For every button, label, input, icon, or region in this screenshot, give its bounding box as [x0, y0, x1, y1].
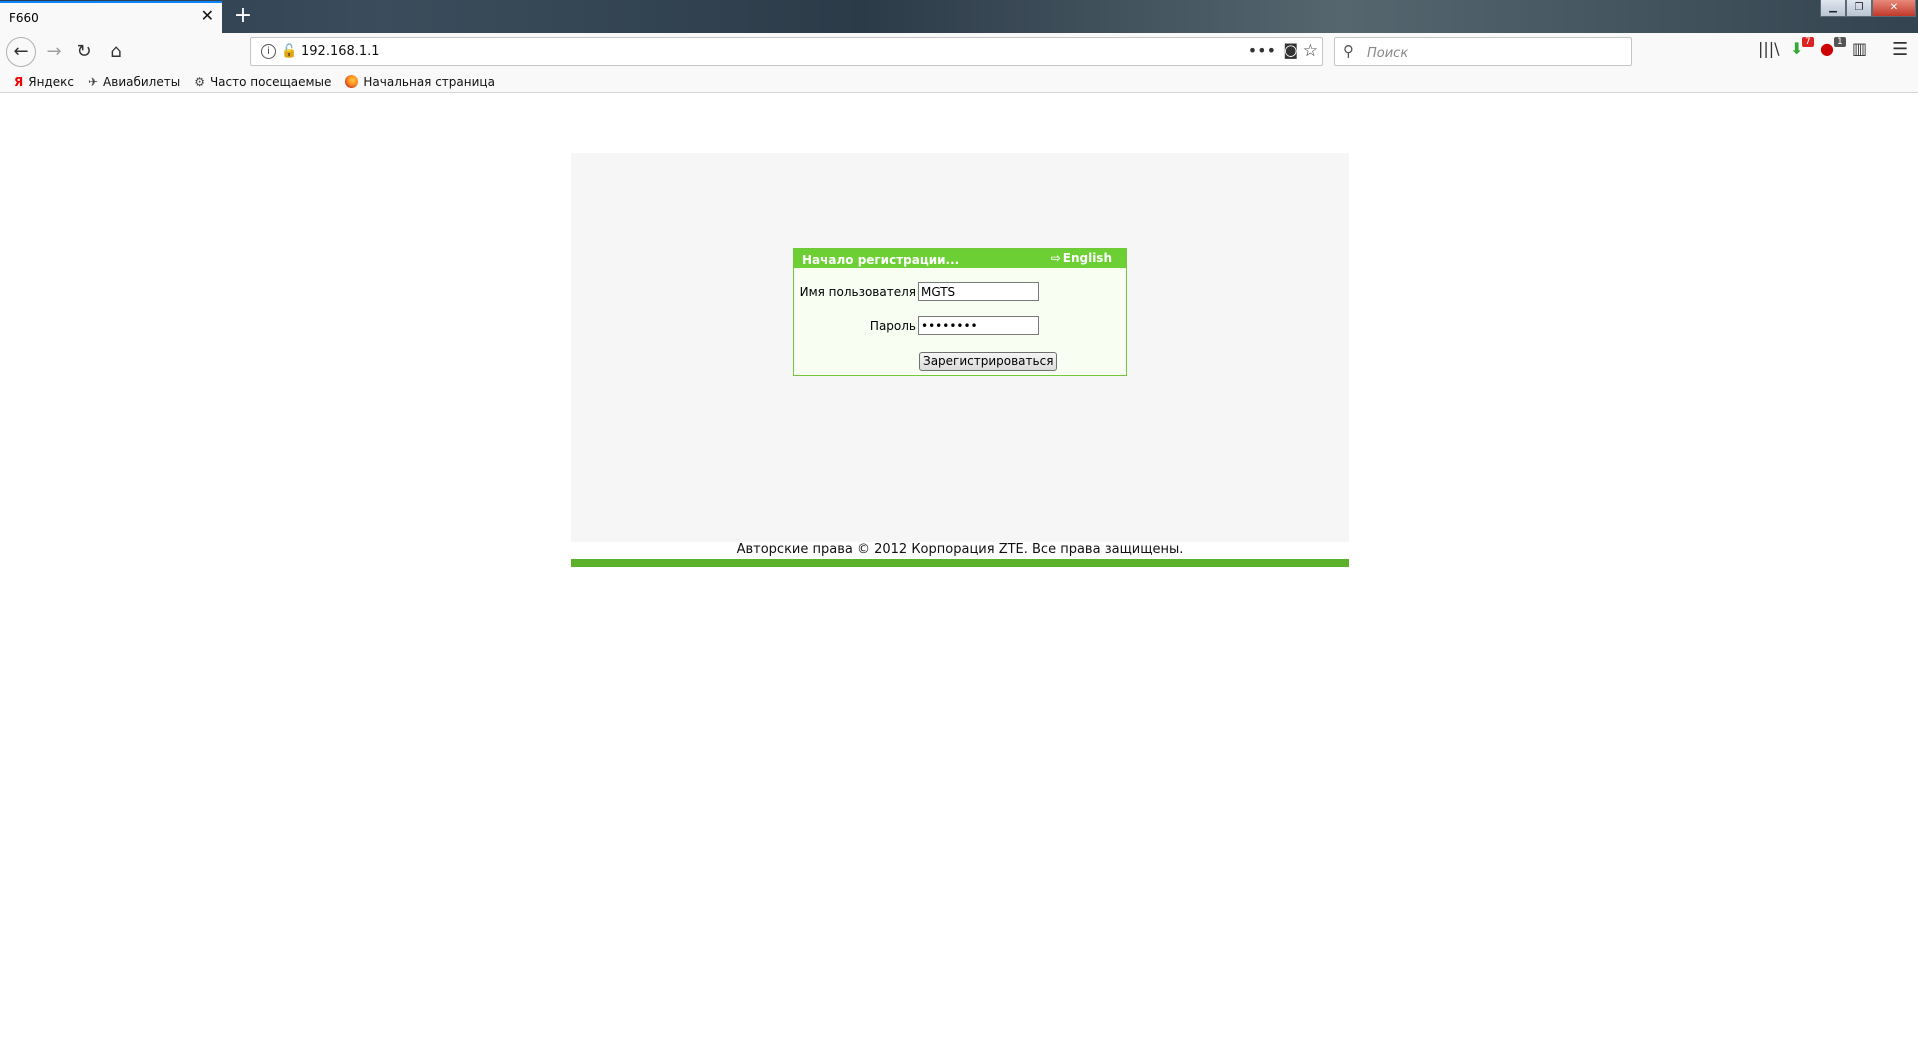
login-title: Начало регистрации...: [802, 253, 960, 267]
password-input[interactable]: [918, 316, 1039, 335]
bookmark-label: Часто посещаемые: [209, 74, 332, 89]
maximize-button[interactable]: ❐: [1846, 0, 1872, 17]
bookmark-label: Авиабилеты: [103, 74, 181, 89]
username-input[interactable]: [918, 282, 1039, 301]
download-badge: 7: [1802, 37, 1814, 47]
close-window-button[interactable]: ✕: [1872, 0, 1916, 17]
language-switch-link[interactable]: ⇨ English: [1051, 251, 1112, 265]
adblock-icon[interactable]: ●: [1820, 39, 1834, 58]
nav-toolbar: ← → ↻ ⌂ i 🔓 192.168.1.1 ••• ◙ ☆ ⚲ |||\ ⬇…: [0, 33, 1918, 71]
page-actions-icon[interactable]: •••: [1248, 41, 1276, 60]
pocket-icon[interactable]: ◙: [1283, 41, 1298, 59]
adblock-badge: 1: [1834, 37, 1846, 47]
bookmark-flights[interactable]: ✈ Авиабилеты: [88, 75, 180, 89]
sidebar-icon[interactable]: ▥: [1852, 39, 1867, 58]
info-icon[interactable]: i: [261, 44, 276, 59]
search-icon: ⚲: [1343, 42, 1354, 60]
page-content: Начало регистрации... ⇨ English Имя польз…: [0, 93, 1918, 1038]
search-bar[interactable]: ⚲: [1334, 37, 1632, 66]
url-bar[interactable]: i 🔓 192.168.1.1 ••• ◙ ☆: [250, 37, 1323, 66]
username-label: Имя пользователя: [799, 285, 916, 299]
new-tab-button[interactable]: +: [230, 3, 256, 29]
yandex-icon: Я: [14, 74, 24, 89]
password-label: Пароль: [869, 319, 916, 333]
login-submit-button[interactable]: Зарегистрироваться: [919, 352, 1058, 371]
login-header: Начало регистрации... ⇨ English: [794, 249, 1126, 268]
hamburger-menu-icon[interactable]: ☰: [1892, 39, 1908, 60]
tab-title: F660: [9, 11, 39, 25]
bookmark-yandex[interactable]: Я Яндекс: [14, 75, 74, 89]
home-icon[interactable]: ⌂: [102, 38, 130, 66]
language-label: English: [1062, 251, 1112, 265]
login-form: Начало регистрации... ⇨ English Имя польз…: [793, 248, 1127, 376]
back-icon[interactable]: ←: [6, 37, 36, 67]
firefox-icon: [345, 75, 359, 88]
library-icon[interactable]: |||\: [1758, 39, 1780, 58]
search-input[interactable]: [1365, 42, 1629, 64]
insecure-connection-icon: 🔓: [281, 44, 298, 59]
bookmark-label: Начальная страница: [363, 74, 495, 89]
bookmark-label: Яндекс: [28, 74, 74, 89]
close-tab-icon[interactable]: ✕: [201, 8, 214, 24]
bookmark-most-visited[interactable]: ⚙ Часто посещаемые: [194, 75, 331, 89]
minimize-button[interactable]: ▁: [1820, 0, 1846, 17]
bookmarks-bar: Я Яндекс ✈ Авиабилеты ⚙ Часто посещаемые…: [0, 71, 1918, 93]
window-controls: ▁ ❐ ✕: [1820, 0, 1916, 18]
forward-icon[interactable]: →: [40, 38, 68, 66]
gear-icon: ⚙: [194, 74, 205, 89]
bookmark-star-icon[interactable]: ☆: [1303, 41, 1318, 61]
username-row: Имя пользователя: [794, 282, 1126, 304]
password-row: Пароль: [794, 316, 1126, 338]
footer-bar: [571, 559, 1349, 567]
title-bar: F660 ✕ + ▁ ❐ ✕: [0, 0, 1918, 33]
airplane-icon: ✈: [87, 74, 99, 89]
browser-tab[interactable]: F660 ✕: [0, 1, 222, 33]
copyright-text: Авторские права © 2012 Корпорация ZTE. В…: [736, 542, 1184, 557]
arrow-right-icon: ⇨: [1050, 251, 1061, 265]
reload-icon[interactable]: ↻: [70, 38, 98, 66]
bookmark-start-page[interactable]: Начальная страница: [345, 75, 495, 89]
url-text[interactable]: 192.168.1.1: [301, 44, 380, 59]
